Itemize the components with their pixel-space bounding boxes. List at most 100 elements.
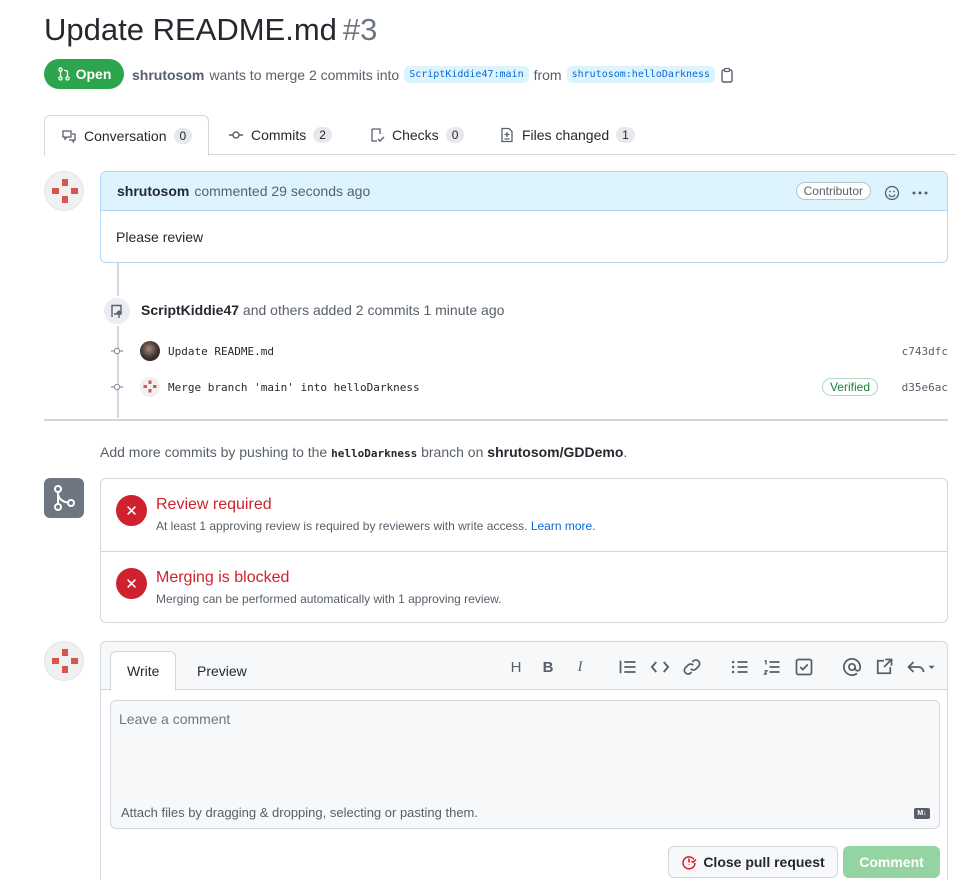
push-hint: Add more commits by pushing to the hello… (100, 444, 627, 460)
tab-files-changed[interactable]: Files changed 1 (483, 115, 651, 155)
learn-more-link[interactable]: Learn more. (531, 519, 596, 533)
git-commit-icon (110, 347, 124, 355)
attach-files-bar[interactable]: Attach files by dragging & dropping, sel… (110, 799, 940, 829)
commit-author-avatar[interactable] (140, 377, 160, 397)
link-icon[interactable] (682, 657, 702, 677)
commit-message[interactable]: Merge branch 'main' into helloDarkness (168, 381, 420, 394)
pr-title-text: Update README.md (44, 12, 337, 47)
base-branch[interactable]: ScriptKiddie47:main (404, 66, 529, 83)
tab-label: Files changed (522, 127, 610, 143)
merge-check-desc-text: At least 1 approving review is required … (156, 519, 528, 533)
merge-check-title: Review required (156, 496, 272, 513)
x-circle-icon: ✕ (116, 568, 147, 599)
tab-label: Checks (392, 127, 439, 143)
commit-message[interactable]: Update README.md (168, 345, 274, 358)
copy-icon[interactable] (720, 67, 734, 83)
tab-label: Conversation (84, 127, 167, 144)
code-icon[interactable] (650, 657, 670, 677)
avatar[interactable] (44, 641, 84, 681)
timeline-divider (44, 419, 948, 421)
comment-body: Please review (116, 229, 204, 245)
identicon-icon (52, 179, 78, 203)
tab-label: Commits (251, 127, 307, 143)
commit-row: Merge branch 'main' into helloDarkness V… (110, 376, 948, 398)
comment-header: shrutosom commented 29 seconds ago Contr… (101, 172, 947, 211)
tab-preview[interactable]: Preview (181, 651, 263, 691)
merge-check-desc: At least 1 approving review is required … (156, 519, 596, 533)
head-branch[interactable]: shrutosom:helloDarkness (566, 66, 716, 83)
verified-badge[interactable]: Verified (821, 378, 878, 396)
reply-dropdown-icon[interactable] (906, 657, 936, 677)
comment-discussion-icon (62, 129, 76, 144)
tab-checks[interactable]: Checks 0 (353, 115, 480, 155)
pr-title: Update README.md #3 (44, 12, 377, 48)
bold-icon[interactable]: B (538, 657, 558, 677)
smiley-icon[interactable] (884, 185, 900, 201)
tab-counter: 1 (616, 127, 635, 143)
merge-check-item: ✕ Merging is blocked Merging can be perf… (101, 551, 947, 623)
tab-counter: 2 (313, 127, 332, 143)
heading-icon[interactable]: H (506, 657, 526, 677)
comment-button[interactable]: Comment (843, 846, 940, 878)
pr-number: #3 (342, 12, 378, 47)
mention-icon[interactable] (842, 657, 862, 677)
pr-state-label: Open (75, 66, 112, 82)
pr-author-link[interactable]: shrutosom (132, 67, 204, 83)
merge-check-desc: Merging can be performed automatically w… (156, 592, 502, 606)
push-hint-middle: branch on (421, 444, 484, 460)
merge-check-desc-text: Merging can be performed automatically w… (156, 592, 502, 606)
merge-check-item: ✕ Review required At least 1 approving r… (101, 479, 947, 551)
git-merge-icon (54, 485, 75, 511)
attach-hint: Attach files by dragging & dropping, sel… (121, 805, 478, 820)
issue-closed-icon (682, 856, 697, 870)
commit-row: Update README.md c743dfc (110, 340, 948, 362)
merge-status-box: ✕ Review required At least 1 approving r… (100, 478, 948, 623)
comment-textarea[interactable]: Leave a comment (110, 700, 940, 800)
tab-commits[interactable]: Commits 2 (212, 115, 348, 155)
avatar[interactable] (44, 171, 84, 211)
quote-icon[interactable] (618, 657, 638, 677)
italic-icon[interactable]: I (570, 657, 590, 677)
markdown-icon[interactable]: M↓ (914, 808, 930, 819)
close-pull-request-button[interactable]: Close pull request (668, 846, 838, 878)
identicon-icon (143, 380, 157, 393)
comment-editor: Write Preview H B I Leave a comment Atta… (100, 641, 948, 880)
push-hint-branch: helloDarkness (331, 447, 418, 460)
merge-check-title: Merging is blocked (156, 569, 290, 586)
commits-added-event: ScriptKiddie47 and others added 2 commit… (141, 302, 504, 318)
event-text: and others added 2 commits 1 minute ago (242, 302, 505, 318)
x-circle-icon: ✕ (116, 495, 147, 526)
pr-meta: shrutosom wants to merge 2 commits into … (132, 66, 734, 83)
comment-box: shrutosom commented 29 seconds ago Contr… (100, 171, 948, 263)
git-pull-request-icon (57, 67, 70, 81)
file-diff-icon (501, 127, 513, 143)
editor-header: Write Preview H B I (101, 642, 947, 691)
git-commit-icon (110, 383, 124, 391)
merge-status-icon-box (44, 478, 84, 518)
push-hint-prefix: Add more commits by pushing to the (100, 444, 328, 460)
pr-state-badge: Open (44, 59, 124, 89)
comment-author[interactable]: shrutosom (117, 183, 189, 199)
from-text: from (533, 66, 562, 83)
list-ordered-icon[interactable] (762, 657, 782, 677)
cross-reference-icon[interactable] (874, 657, 894, 677)
pr-meta-text: wants to merge 2 commits into (209, 66, 400, 83)
commit-sha[interactable]: d35e6ac (902, 381, 948, 394)
tab-conversation[interactable]: Conversation 0 (44, 115, 210, 156)
kebab-horizontal-icon[interactable] (911, 185, 929, 201)
list-unordered-icon[interactable] (730, 657, 750, 677)
repo-push-icon (111, 304, 122, 318)
checklist-icon (371, 128, 385, 142)
commit-sha[interactable]: c743dfc (902, 345, 948, 358)
comment-timestamp[interactable]: commented 29 seconds ago (194, 183, 370, 199)
tasklist-icon[interactable] (794, 657, 814, 677)
push-hint-repo[interactable]: shrutosom/GDDemo (487, 444, 623, 460)
contributor-badge: Contributor (795, 182, 871, 200)
event-actor[interactable]: ScriptKiddie47 (141, 302, 239, 318)
commit-author-avatar[interactable] (140, 341, 160, 361)
close-pull-request-label: Close pull request (703, 854, 825, 870)
tab-write[interactable]: Write (110, 651, 177, 691)
repo-push-badge (102, 296, 132, 326)
git-commit-icon (229, 131, 243, 139)
push-hint-suffix: . (623, 444, 628, 460)
